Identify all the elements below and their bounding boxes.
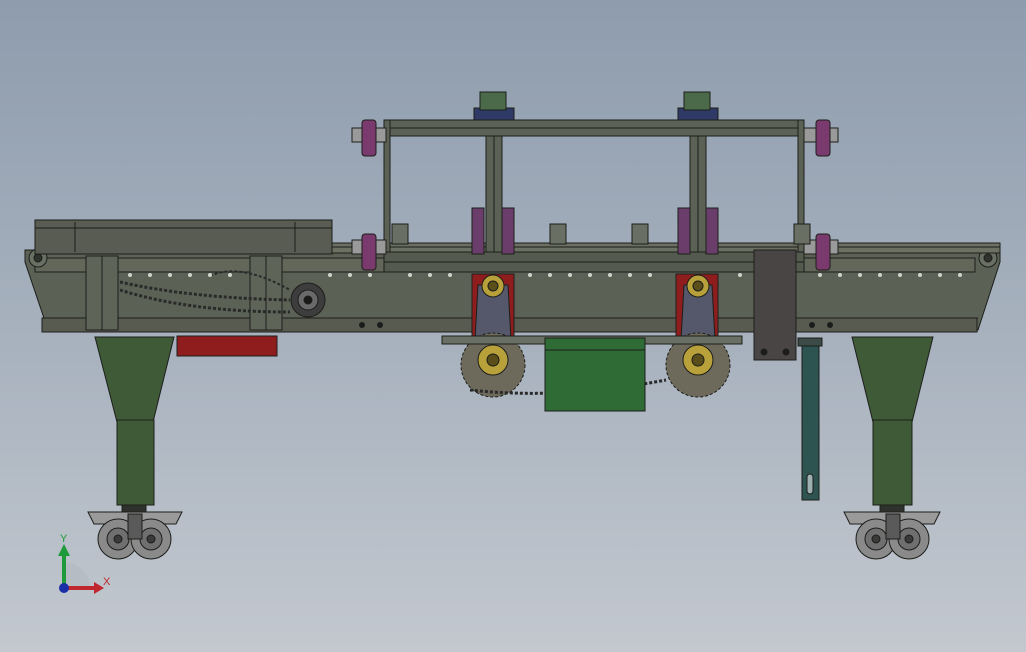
side-cover-plate[interactable] <box>753 249 797 361</box>
triad-x-label: X <box>103 576 111 588</box>
cad-viewport[interactable]: X Y <box>0 0 1026 652</box>
right-support-leg[interactable] <box>851 336 934 506</box>
top-mount-blocks <box>473 91 719 121</box>
left-hood <box>34 219 333 255</box>
triad-y-arrow-icon <box>58 544 70 556</box>
coordinate-triad <box>58 544 104 594</box>
triad-y-label: Y <box>60 533 68 545</box>
left-caster-wheel[interactable] <box>87 504 183 560</box>
triad-z-axis-dot <box>59 583 69 593</box>
adjustment-pole[interactable] <box>797 337 823 501</box>
conveyor-assembly-drawing <box>24 91 1001 594</box>
left-support-leg[interactable] <box>94 336 175 506</box>
right-caster-wheel[interactable] <box>843 504 941 560</box>
left-red-bracket <box>176 335 278 357</box>
triad-arc <box>64 562 90 588</box>
belt-cleats <box>391 223 811 245</box>
